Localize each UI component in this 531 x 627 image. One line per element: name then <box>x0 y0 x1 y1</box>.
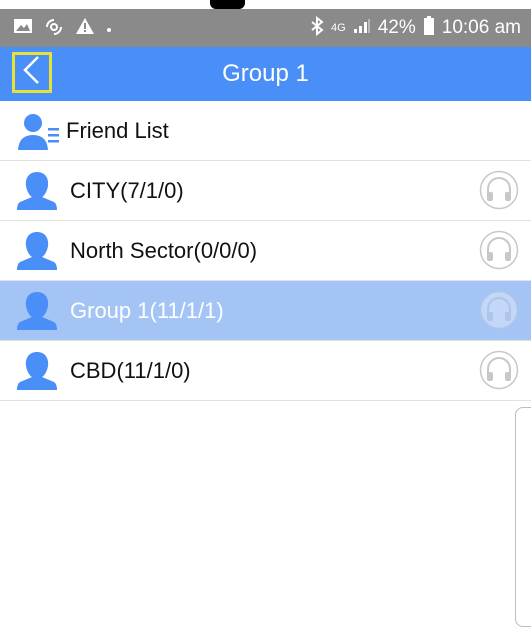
list-item-label: CBD(11/1/0) <box>70 358 191 383</box>
status-bar: 4G 42% 10:06 am <box>0 9 531 47</box>
list-item-label: Group 1(11/1/1) <box>70 298 224 323</box>
list-item-label: CITY(7/1/0) <box>70 178 184 203</box>
list-item-label: Friend List <box>66 118 169 143</box>
battery-icon <box>423 16 435 40</box>
gallery-icon <box>13 17 33 39</box>
person-icon <box>16 230 58 272</box>
camera-notch <box>210 0 245 9</box>
group-list: Friend List CITY(7/1/0) North Sector(0/0… <box>0 101 531 401</box>
navigation-bar: Group 1 <box>0 47 531 101</box>
top-edge <box>0 0 531 4</box>
list-item-friend-list[interactable]: Friend List <box>0 101 531 161</box>
list-item-north-sector[interactable]: North Sector(0/0/0) <box>0 221 531 281</box>
page-title: Group 1 <box>222 60 309 87</box>
network-type: 4G <box>331 22 346 34</box>
headset-icon[interactable] <box>479 290 519 330</box>
person-icon <box>16 170 58 212</box>
list-item-city[interactable]: CITY(7/1/0) <box>0 161 531 221</box>
bluetooth-icon <box>310 15 324 40</box>
list-item-label: North Sector(0/0/0) <box>70 238 258 263</box>
person-icon <box>16 290 58 332</box>
list-item-cbd[interactable]: CBD(11/1/0) <box>0 341 531 401</box>
clock-time: 10:06 am <box>441 17 521 38</box>
signal-icon <box>353 18 371 38</box>
friend-list-icon <box>16 110 59 152</box>
list-item-group-1[interactable]: Group 1(11/1/1) <box>0 281 531 341</box>
warning-icon <box>75 17 95 39</box>
headset-icon[interactable] <box>479 230 519 270</box>
headset-icon[interactable] <box>479 350 519 390</box>
headset-icon[interactable] <box>479 170 519 210</box>
side-drawer-handle[interactable] <box>515 407 531 627</box>
person-icon <box>16 350 58 392</box>
battery-percent: 42% <box>377 17 416 38</box>
dot-icon <box>105 19 113 38</box>
signal-hotspot-icon <box>43 16 65 40</box>
